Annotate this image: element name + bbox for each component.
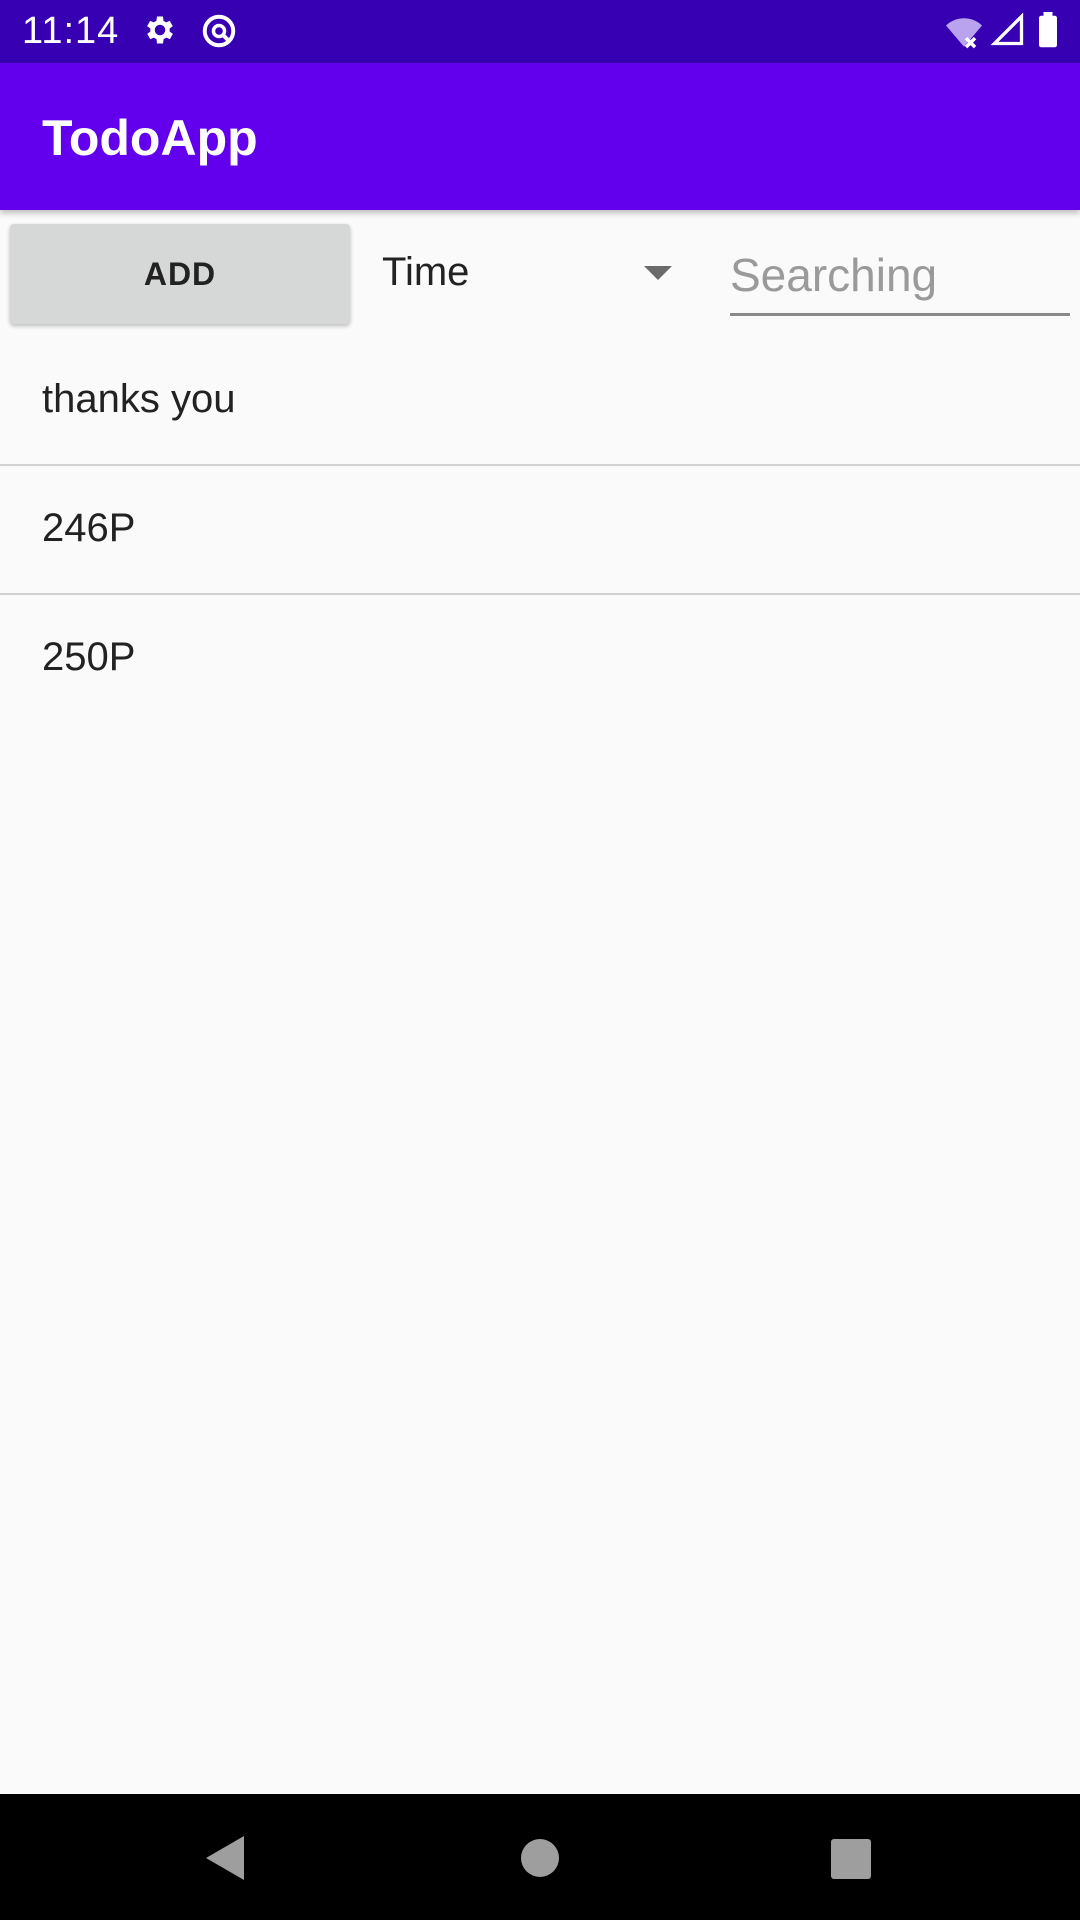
gear-icon [142,12,178,53]
search-input[interactable] [730,236,1070,316]
sync-icon [200,12,238,55]
todo-text: 246P [42,506,136,550]
wifi-icon [944,14,984,55]
navigation-bar [0,1794,1080,1920]
status-bar: 11:14 [0,0,1080,63]
status-time: 11:14 [22,10,120,52]
app-title: TodoApp [42,110,258,166]
add-button[interactable]: ADD [10,224,350,324]
controls-row: ADD Time [0,210,1080,340]
app-bar: TodoApp [0,63,1080,210]
sort-selected-value: Time [382,250,470,294]
todo-text: thanks you [42,377,236,421]
sort-spinner[interactable]: Time [370,224,690,324]
recents-icon[interactable] [830,1834,872,1887]
list-item[interactable]: 246P [0,466,1080,595]
dropdown-arrow-icon [644,266,672,280]
todo-text: 250P [42,635,136,679]
todo-list: thanks you 246P 250P [0,337,1080,724]
back-icon[interactable] [204,1834,248,1887]
list-item[interactable]: 250P [0,595,1080,724]
battery-icon [1036,12,1060,53]
list-item[interactable]: thanks you [0,337,1080,466]
home-icon[interactable] [520,1834,560,1887]
signal-icon [990,12,1026,53]
